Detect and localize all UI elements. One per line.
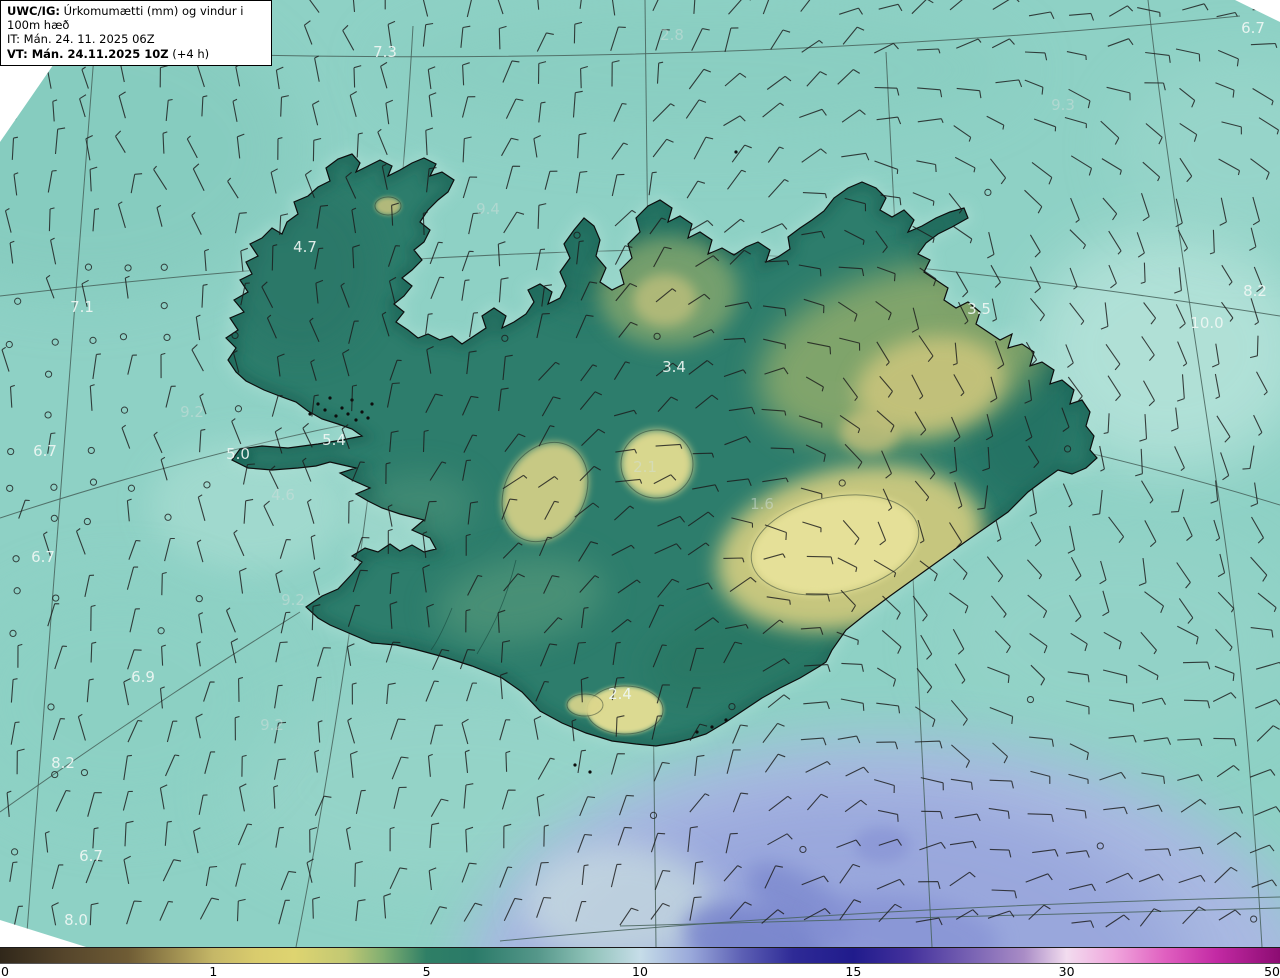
island-dot xyxy=(710,725,714,729)
precip-value-label: 3.4 xyxy=(662,358,686,376)
colorbar-tick-label: 15 xyxy=(845,964,862,978)
precip-value-label: 9.3 xyxy=(1051,96,1075,114)
island-dot xyxy=(360,410,364,414)
title-box: UWC/IG: Úrkomumætti (mm) og vindur i 100… xyxy=(0,0,272,66)
precip-value-label: 6.7 xyxy=(31,548,55,566)
island-dot xyxy=(724,718,728,722)
precip-value-label: 5.4 xyxy=(322,431,346,449)
product-id: UWC/IG: xyxy=(7,4,60,18)
precip-value-label: 2.1 xyxy=(633,458,657,476)
island-dot xyxy=(340,406,344,410)
title-line-init-time: IT: Mán. 24. 11. 2025 06Z xyxy=(7,32,155,47)
colorbar-tick-label: 0 xyxy=(1,964,9,978)
precip-value-label: 10.0 xyxy=(1190,314,1223,332)
island-dot xyxy=(366,416,370,420)
island-dot xyxy=(328,396,332,400)
precip-value-label: 8.2 xyxy=(51,754,75,772)
precip-value-label: 9.2 xyxy=(260,716,284,734)
colorbar-tick-labels: 0 1 5 10 15 30 50 xyxy=(0,964,1280,978)
colorbar-tick-label: 5 xyxy=(422,964,431,978)
island-dot xyxy=(346,412,350,416)
precip-value-label: 7.3 xyxy=(373,43,397,61)
colorbar-tick-label: 1 xyxy=(209,964,218,978)
precip-value-label: 5.0 xyxy=(226,445,250,463)
map-area: 7.3 2.8 6.7 9.3 9.4 4.7 7.1 3.5 8.2 10.0 3.4 9.2 5.4… xyxy=(0,0,1280,947)
precip-value-label: 6.9 xyxy=(131,668,155,686)
precip-value-label: 9.4 xyxy=(476,200,500,218)
precip-value-label: 9.2 xyxy=(180,403,204,421)
precip-colorbar xyxy=(0,947,1280,964)
precip-value-label: 6.7 xyxy=(79,847,103,865)
island-dot xyxy=(734,150,738,154)
colorbar-tick-label: 30 xyxy=(1058,964,1075,978)
island-dot xyxy=(323,408,327,412)
precip-value-label: 4.6 xyxy=(271,486,295,504)
precip-value-label: 2.4 xyxy=(608,685,632,703)
weather-map-app: 7.3 2.8 6.7 9.3 9.4 4.7 7.1 3.5 8.2 10.0 3.4 9.2 5.4… xyxy=(0,0,1280,978)
precip-value-label: 6.7 xyxy=(1241,19,1265,37)
island-dot xyxy=(588,770,592,774)
colorbar-tick-label: 10 xyxy=(632,964,648,978)
map-canvas: 7.3 2.8 6.7 9.3 9.4 4.7 7.1 3.5 8.2 10.0 3.4 9.2 5.4… xyxy=(0,0,1280,947)
island-dot xyxy=(354,418,358,422)
island-dot xyxy=(573,763,577,767)
precip-value-label: 6.7 xyxy=(33,442,57,460)
precip-value-label: 4.7 xyxy=(293,238,317,256)
title-line-valid-time: VT: Mán. 24.11.2025 10Z (+4 h) xyxy=(7,46,210,61)
title-line-product: UWC/IG: Úrkomumætti (mm) og vindur i 100… xyxy=(7,4,244,33)
precip-value-label: 8.0 xyxy=(64,911,88,929)
precip-value-label: 1.6 xyxy=(750,495,774,513)
precip-value-label: 3.5 xyxy=(967,300,991,318)
colorbar-tick-label: 50 xyxy=(1264,964,1280,978)
island-dot xyxy=(334,414,338,418)
precip-value-label: 7.1 xyxy=(70,298,94,316)
island-dot xyxy=(370,402,374,406)
island-dot xyxy=(316,402,320,406)
precip-value-label: 2.8 xyxy=(660,26,684,44)
precip-value-label: 9.2 xyxy=(281,591,305,609)
island-dot xyxy=(308,412,312,416)
glacier-patch xyxy=(633,274,697,326)
ocean-patch xyxy=(380,0,1020,140)
precip-value-label: 8.2 xyxy=(1243,282,1267,300)
